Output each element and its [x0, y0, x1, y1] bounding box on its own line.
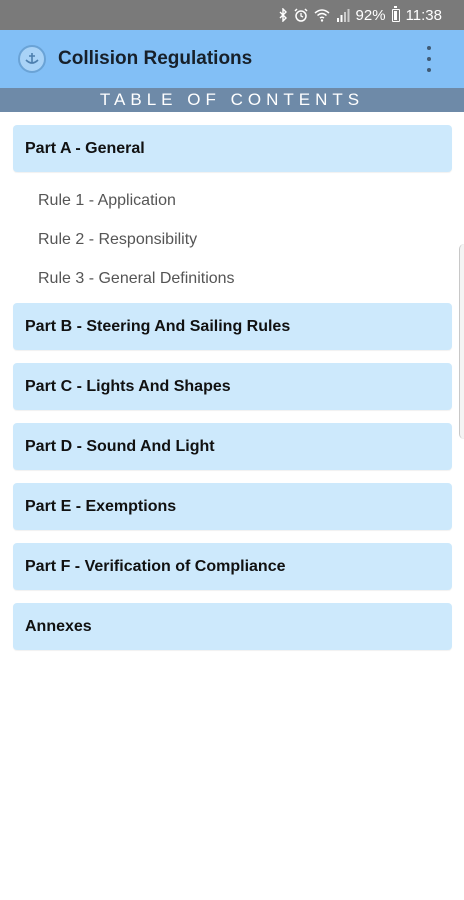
app-bar: Collision Regulations: [0, 30, 464, 88]
app-title: Collision Regulations: [58, 48, 253, 69]
battery-percent: 92%: [355, 6, 386, 24]
clock: 11:38: [405, 6, 442, 24]
toc-part-f[interactable]: Part F - Verification of Compliance: [13, 543, 452, 590]
battery-icon: [391, 5, 400, 22]
bluetooth-icon: [278, 8, 288, 22]
status-bar: 92% 11:38: [0, 0, 464, 30]
alarm-icon: [294, 8, 308, 22]
table-of-contents-banner: TABLE OF CONTENTS: [0, 88, 464, 112]
toc-part-d[interactable]: Part D - Sound And Light: [13, 423, 452, 470]
toc-part-a[interactable]: Part A - General: [13, 125, 452, 172]
toc-part-c[interactable]: Part C - Lights And Shapes: [13, 363, 452, 410]
wifi-icon: [314, 8, 330, 22]
more-vert-icon[interactable]: [422, 44, 436, 74]
signal-icon: [336, 8, 350, 22]
toc-rule-1[interactable]: Rule 1 - Application: [38, 189, 176, 213]
toc-annexes[interactable]: Annexes: [13, 603, 452, 650]
toc-rule-3[interactable]: Rule 3 - General Definitions: [38, 267, 235, 291]
toc-part-b[interactable]: Part B - Steering And Sailing Rules: [13, 303, 452, 350]
app-logo-icon: [18, 45, 46, 73]
scroll-indicator[interactable]: [459, 244, 464, 439]
toc-part-e[interactable]: Part E - Exemptions: [13, 483, 452, 530]
toc-rule-2[interactable]: Rule 2 - Responsibility: [38, 228, 197, 252]
